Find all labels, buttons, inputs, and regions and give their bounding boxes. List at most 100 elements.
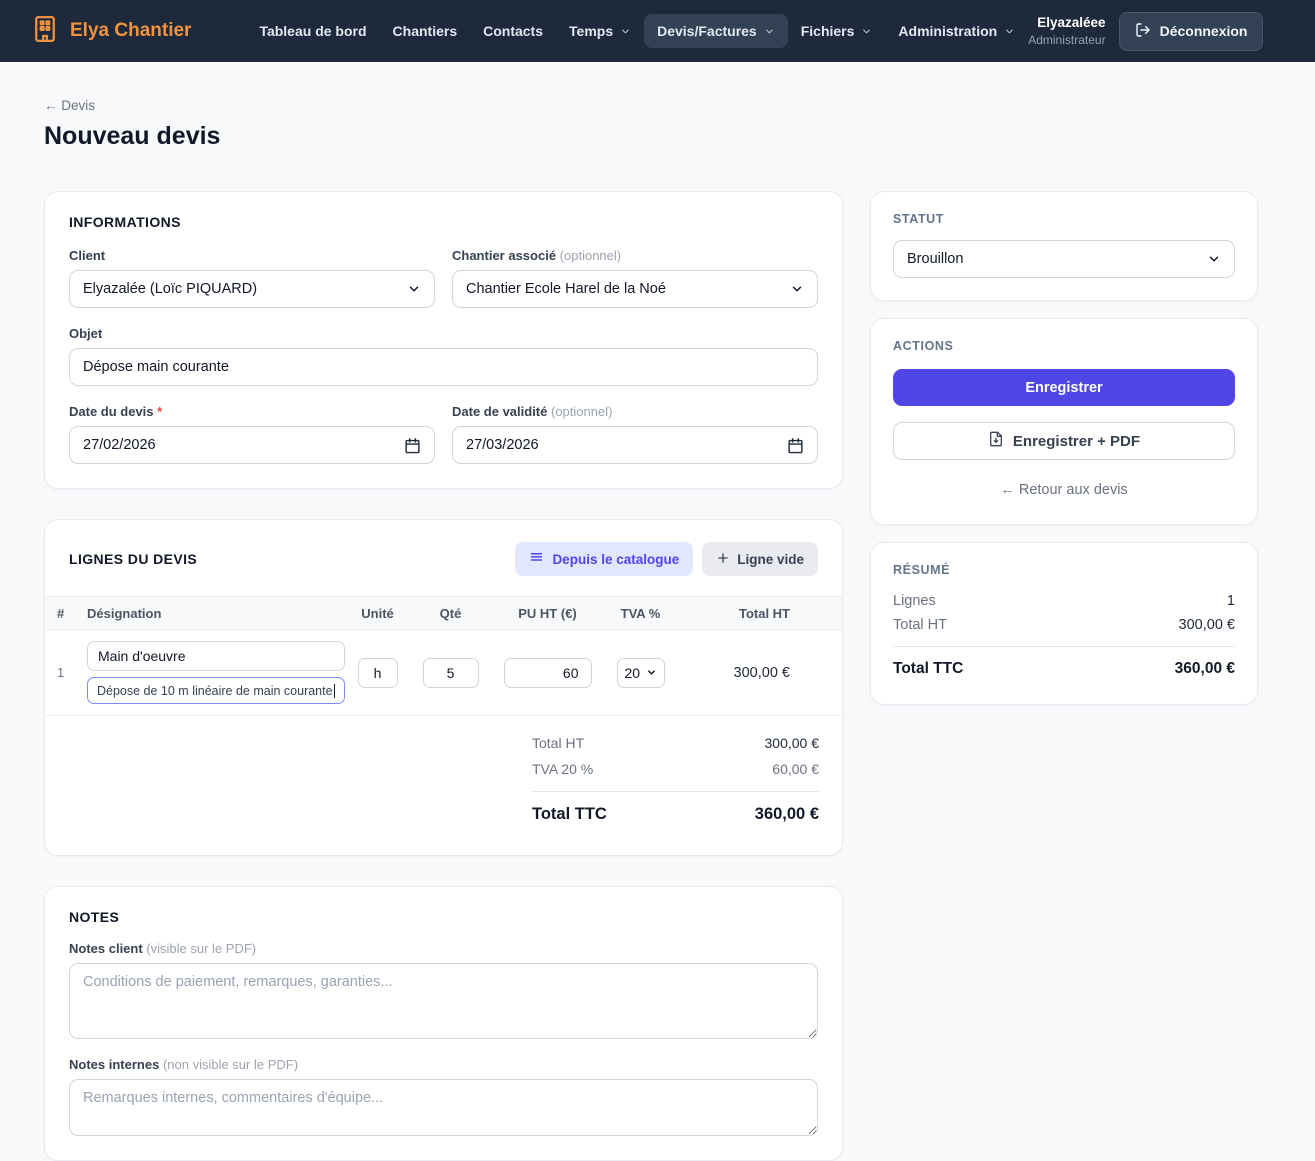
back-to-devis-link[interactable]: ← Retour aux devis [893,482,1235,498]
logout-button[interactable]: Déconnexion [1118,11,1264,51]
designation-input[interactable] [87,641,345,671]
actions-card: ACTIONS Enregistrer Enregistrer + PDF ← … [870,318,1258,525]
catalog-button-label: Depuis le catalogue [552,551,680,567]
catalog-button[interactable]: Depuis le catalogue [515,542,694,576]
chevron-down-icon [790,282,804,296]
resume-total-ht-value: 300,00 € [1178,617,1235,633]
notes-internes-hint: (non visible sur le PDF) [162,1057,299,1072]
nav-item-contacts[interactable]: Contacts [470,14,556,48]
lignes-heading: LIGNES DU DEVIS [69,551,198,567]
total-ht-label: Total HT [532,735,585,751]
nav-item-temps[interactable]: Temps [556,14,644,48]
notes-client-label: Notes client (visible sur le PDF) [69,941,257,956]
informations-heading: INFORMATIONS [69,214,181,230]
notes-client-textarea[interactable] [69,963,818,1039]
table-row: 1 Dépose de 10 m linéaire de main couran… [45,630,842,716]
notes-client-group: Notes client (visible sur le PDF) [69,941,818,1039]
nav-item-label: Fichiers [800,23,855,39]
save-pdf-label: Enregistrer + PDF [1012,432,1141,450]
tva-label: TVA 20 % [532,761,594,777]
notes-card: NOTES Notes client (visible sur le PDF) … [44,886,843,1161]
resume-total-ttc-value: 360,00 € [1174,660,1235,677]
user-role: Administrateur [1028,33,1106,47]
lignes-buttons: Depuis le catalogue Ligne vide [515,542,818,576]
total-ttc-label: Total TTC [532,805,607,823]
chevron-down-icon [620,26,631,37]
list-icon [529,550,544,568]
client-field-group: Client Elyazalée (Loïc PIQUARD) [69,248,435,308]
description-input[interactable]: Dépose de 10 m linéaire de main courante [87,677,345,704]
column-header-num: # [57,605,65,621]
lines-table-header: # Désignation Unité Qté PU HT (€) TVA % … [45,596,842,630]
objet-field-group: Objet [69,326,818,386]
date-validite-hint: (optionnel) [551,404,613,419]
column-header-total-ht: Total HT [738,605,790,621]
total-ht-row: Total HT 300,00 € [532,730,819,756]
resume-total-ttc-row: Total TTC 360,00 € [893,646,1235,682]
nav-item-chantiers[interactable]: Chantiers [380,14,471,48]
resume-lignes-row: Lignes 1 [893,589,1235,613]
save-button[interactable]: Enregistrer [893,369,1235,406]
resume-card: RÉSUMÉ Lignes 1 Total HT 300,00 € Total … [870,542,1258,705]
notes-internes-label: Notes internes (non visible sur le PDF) [69,1057,299,1072]
actions-heading: ACTIONS [893,339,954,353]
chevron-down-icon [861,26,872,37]
building-icon [30,14,60,49]
navbar-right: Elyazaléee Administrateur Déconnexion [1028,11,1264,51]
resume-lignes-label: Lignes [893,593,936,609]
save-pdf-button[interactable]: Enregistrer + PDF [893,422,1235,460]
total-ht-value: 300,00 € [764,735,820,751]
page-content: ← Devis Nouveau devis INFORMATIONS Clien… [0,62,1315,1161]
chantier-label: Chantier associé (optionnel) [452,248,622,263]
chevron-down-icon [407,282,421,296]
user-name: Elyazaléee [1037,15,1106,30]
column-header-qte: Qté [439,605,462,621]
nav-item-devis-factures[interactable]: Devis/Factures [644,14,788,48]
user-block: Elyazaléee Administrateur [1028,15,1105,47]
calendar-icon[interactable] [787,437,804,454]
qte-input[interactable] [422,657,479,688]
breadcrumb-back-devis[interactable]: ← Devis [44,98,95,113]
date-devis-value: 27/02/2026 [83,437,156,453]
description-value: Dépose de 10 m linéaire de main courante [97,683,333,698]
chantier-select[interactable]: Chantier Ecole Harel de la Noé [452,270,818,308]
brand-name: Elya Chantier [70,20,192,41]
calendar-icon[interactable] [404,437,421,454]
nav-item-label: Contacts [483,23,544,39]
resume-lignes-value: 1 [1226,593,1235,609]
left-column: INFORMATIONS Client Elyazalée (Loïc PIQU… [44,191,843,1161]
informations-card: INFORMATIONS Client Elyazalée (Loïc PIQU… [44,191,843,489]
empty-line-button[interactable]: Ligne vide [702,542,818,576]
date-validite-input[interactable]: 27/03/2026 [452,426,818,464]
statut-select-value: Brouillon [907,251,964,267]
total-ttc-row: Total TTC 360,00 € [532,791,819,829]
date-validite-field-group: Date de validité (optionnel) 27/03/2026 [452,404,818,464]
chevron-down-icon [1207,252,1221,266]
chantier-select-value: Chantier Ecole Harel de la Noé [466,281,666,297]
statut-card: STATUT Brouillon [870,191,1258,301]
statut-select[interactable]: Brouillon [893,240,1235,278]
nav-item-administration[interactable]: Administration [885,14,1028,48]
logout-label: Déconnexion [1159,23,1248,39]
client-select[interactable]: Elyazalée (Loïc PIQUARD) [69,270,435,308]
notes-client-hint: (visible sur le PDF) [146,941,257,956]
column-header-pu-ht: PU HT (€) [518,605,577,621]
pu-ht-input[interactable] [503,657,592,688]
nav-item-tableau-de-bord[interactable]: Tableau de bord [246,14,379,48]
notes-internes-textarea[interactable] [69,1079,818,1136]
column-header-unite: Unité [361,605,394,621]
objet-input[interactable] [69,348,818,386]
brand-logo[interactable]: Elya Chantier [30,14,191,49]
tva-select[interactable]: 20 [616,657,665,688]
notes-internes-group: Notes internes (non visible sur le PDF) [69,1057,818,1136]
text-caret [333,683,335,698]
empty-line-button-label: Ligne vide [737,551,804,567]
tva-value: 60,00 € [772,761,819,777]
chantier-field-group: Chantier associé (optionnel) Chantier Ec… [452,248,818,308]
nav-item-fichiers[interactable]: Fichiers [788,14,886,48]
date-devis-input[interactable]: 27/02/2026 [69,426,435,464]
unite-input[interactable] [357,657,398,688]
client-select-value: Elyazalée (Loïc PIQUARD) [83,281,258,297]
required-asterisk: * [157,404,163,419]
resume-total-ttc-label: Total TTC [893,660,964,677]
